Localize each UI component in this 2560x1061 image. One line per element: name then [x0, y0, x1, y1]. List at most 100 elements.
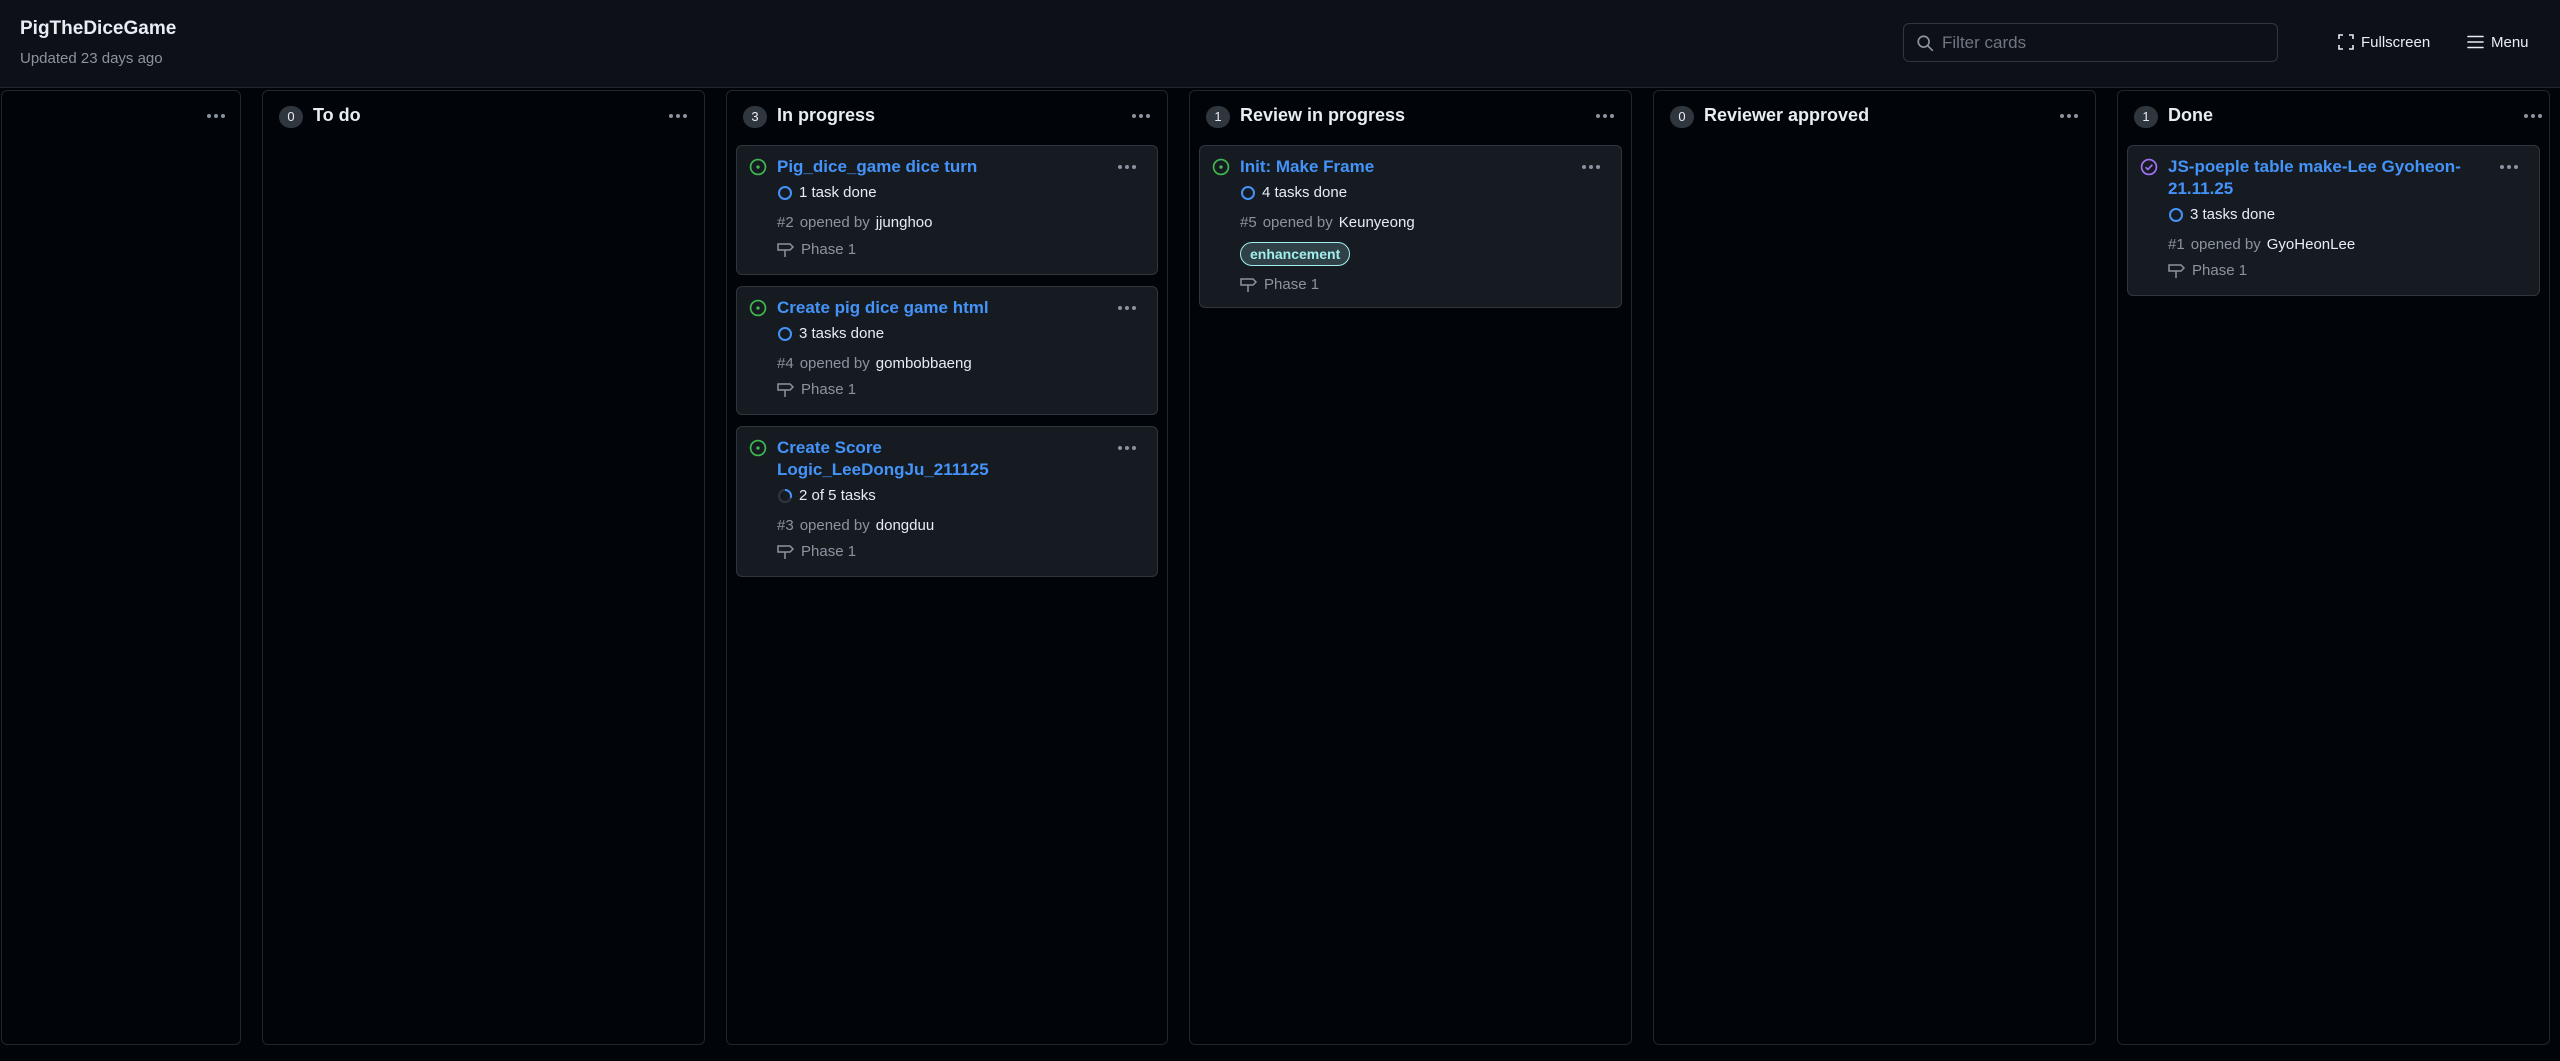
issue-card[interactable]: JS-poeple table make-Lee Gyoheon-21.11.2… [2127, 145, 2540, 296]
task-progress: 1 task done [777, 184, 877, 201]
task-progress-icon [778, 488, 792, 503]
column-title: Review in progress [1240, 105, 1406, 125]
milestone-icon [777, 242, 795, 257]
label-badge-enhancement[interactable]: enhancement [1240, 242, 1351, 266]
opened-by-text: opened by [799, 517, 870, 534]
issue-meta: #5 opened by Keunyeong [1240, 214, 1415, 231]
hamburger-icon [2467, 35, 2484, 49]
task-progress-text: 1 task done [799, 184, 877, 201]
issue-opened-icon [1212, 158, 1230, 176]
updated-timestamp: Updated 23 days ago [20, 50, 163, 67]
milestone[interactable]: Phase 1 [777, 543, 856, 560]
author-link[interactable]: dongduu [876, 517, 934, 534]
milestone-icon [1240, 277, 1258, 292]
project-board: 0 To do 3 In progress Pig_dice_game dice… [0, 88, 2560, 1061]
column-menu-icon[interactable] [666, 107, 690, 125]
task-progress-icon [2169, 207, 2183, 222]
milestone-label: Phase 1 [2192, 262, 2248, 279]
milestone-label: Phase 1 [801, 543, 857, 560]
column-title: Reviewer approved [1704, 105, 1870, 125]
column-title: To do [313, 105, 361, 125]
menu-button[interactable]: Menu [2467, 29, 2529, 55]
column-card-count: 3 [743, 106, 767, 128]
task-progress-icon [778, 185, 792, 200]
opened-by-text: opened by [799, 214, 870, 231]
task-progress-text: 2 of 5 tasks [799, 487, 876, 504]
card-menu-icon[interactable] [1115, 158, 1139, 176]
card-menu-icon[interactable] [1579, 158, 1603, 176]
author-link[interactable]: gombobbaeng [876, 355, 972, 372]
board-column-review-in-progress: 1 Review in progress Init: Make Frame 4 … [1189, 90, 1632, 1045]
card-menu-icon[interactable] [2497, 158, 2521, 176]
milestone-icon [2168, 263, 2186, 278]
milestone-label: Phase 1 [801, 381, 857, 398]
column-menu-icon[interactable] [1129, 107, 1153, 125]
issue-title-link[interactable]: Create Score Logic_LeeDongJu_211125 [777, 437, 1007, 481]
column-menu-icon[interactable] [204, 107, 228, 125]
project-title: PigTheDiceGame [20, 18, 177, 39]
task-progress-text: 4 tasks done [1262, 184, 1348, 201]
issue-number: #3 [777, 517, 794, 534]
issue-title-link[interactable]: Pig_dice_game dice turn [777, 156, 1105, 178]
issue-number: #4 [777, 355, 794, 372]
card-menu-icon[interactable] [1115, 439, 1139, 457]
column-menu-icon[interactable] [2521, 107, 2545, 125]
column-header [2, 91, 240, 139]
issue-title-link[interactable]: Init: Make Frame [1240, 156, 1569, 178]
issue-number: #1 [2168, 236, 2185, 253]
issue-card[interactable]: Create pig dice game html 3 tasks done #… [736, 286, 1158, 415]
issue-opened-icon [749, 299, 767, 317]
milestone-label: Phase 1 [801, 241, 857, 258]
opened-by-text: opened by [799, 355, 870, 372]
issue-meta: #3 opened by dongduu [777, 517, 934, 534]
task-progress-icon [778, 326, 792, 341]
milestone[interactable]: Phase 1 [777, 241, 856, 258]
column-header: 1 Review in progress [1190, 91, 1631, 139]
milestone[interactable]: Phase 1 [777, 381, 856, 398]
issue-card[interactable]: Create Score Logic_LeeDongJu_211125 2 of… [736, 426, 1158, 577]
task-progress: 2 of 5 tasks [777, 487, 876, 504]
column-menu-icon[interactable] [1593, 107, 1617, 125]
board-column-reviewer-approved: 0 Reviewer approved [1653, 90, 2096, 1045]
board-column-in-progress: 3 In progress Pig_dice_game dice turn 1 … [726, 90, 1168, 1045]
fullscreen-label: Fullscreen [2361, 33, 2431, 51]
opened-by-text: opened by [1262, 214, 1333, 231]
author-link[interactable]: Keunyeong [1339, 214, 1415, 231]
milestone[interactable]: Phase 1 [2168, 262, 2247, 279]
search-icon [1917, 35, 1934, 52]
milestone-icon [777, 544, 795, 559]
issue-card[interactable]: Init: Make Frame 4 tasks done #5 opened … [1199, 145, 1622, 308]
column-header: 0 To do [263, 91, 704, 139]
issue-opened-icon [749, 439, 767, 457]
column-header: 3 In progress [727, 91, 1167, 139]
fullscreen-icon [2338, 34, 2354, 50]
milestone-label: Phase 1 [1264, 276, 1320, 293]
board-column-to-do: 0 To do [262, 90, 705, 1045]
task-progress: 3 tasks done [2168, 206, 2275, 223]
milestone[interactable]: Phase 1 [1240, 276, 1319, 293]
author-link[interactable]: GyoHeonLee [2267, 236, 2355, 253]
column-title: In progress [777, 105, 876, 125]
column-header: 1 Done [2118, 91, 2549, 139]
issue-card[interactable]: Pig_dice_game dice turn 1 task done #2 o… [736, 145, 1158, 275]
column-card-count: 0 [279, 106, 303, 128]
filter-cards-field[interactable] [1903, 23, 2278, 62]
issue-title-link[interactable]: JS-poeple table make-Lee Gyoheon-21.11.2… [2168, 156, 2487, 200]
column-card-count: 1 [2134, 106, 2158, 128]
issue-number: #2 [777, 214, 794, 231]
column-header: 0 Reviewer approved [1654, 91, 2095, 139]
board-column-done: 1 Done JS-poeple table make-Lee Gyoheon-… [2117, 90, 2550, 1045]
column-menu-icon[interactable] [2057, 107, 2081, 125]
issue-title-link[interactable]: Create pig dice game html [777, 297, 1105, 319]
issue-meta: #4 opened by gombobbaeng [777, 355, 972, 372]
fullscreen-button[interactable]: Fullscreen [2338, 29, 2430, 55]
author-link[interactable]: jjunghoo [876, 214, 933, 231]
task-progress-text: 3 tasks done [799, 325, 885, 342]
opened-by-text: opened by [2190, 236, 2261, 253]
issue-closed-icon [2140, 158, 2158, 176]
column-card-count: 0 [1670, 106, 1694, 128]
card-menu-icon[interactable] [1115, 299, 1139, 317]
task-progress-text: 3 tasks done [2190, 206, 2276, 223]
task-progress: 4 tasks done [1240, 184, 1347, 201]
filter-cards-input[interactable] [1942, 24, 2272, 61]
